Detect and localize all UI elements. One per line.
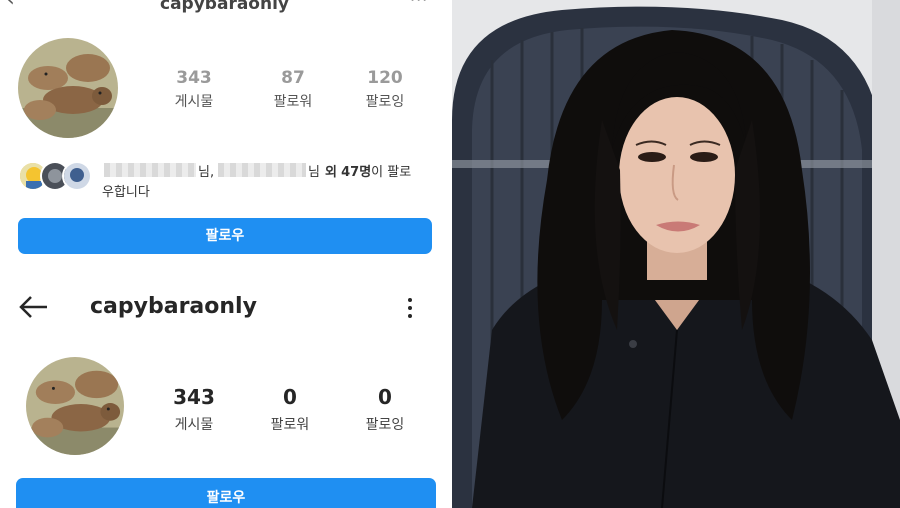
followed-by-tail-2: 우합니다 [102,185,150,200]
followed-by-others: 외 47명이 팔로 [325,161,411,180]
blurred-username [104,163,196,177]
top-username: capybaraonly [160,0,289,14]
followed-by-tail: 이 팔로 [371,165,412,180]
stat-label: 팔로잉 [365,94,405,110]
stat-value: 87 [281,68,305,88]
stat-value: 343 [173,385,215,409]
stat-following[interactable]: 120 팔로잉 [345,68,425,111]
stat-label: 팔로워 [270,417,310,433]
stat-label: 팔로잉 [365,417,405,433]
stat-posts[interactable]: 343 게시물 [154,385,234,434]
blurred-username [218,163,306,177]
stat-following[interactable]: 0 팔로잉 [345,385,425,434]
profile-screenshots-panel: ‹ capybaraonly ··· 343 게시물 87 팔로워 120 팔로… [0,0,452,508]
stat-label: 팔로워 [273,94,313,110]
top-profile-header: ‹ capybaraonly ··· [0,0,452,14]
more-dots-icon[interactable] [402,294,418,322]
stat-followers[interactable]: 87 팔로워 [253,68,333,111]
back-arrow-icon[interactable]: ‹ [6,0,26,11]
stat-value: 0 [378,385,392,409]
avatar-capybara[interactable] [18,38,118,138]
stat-value: 120 [367,68,403,88]
portrait-photo [452,0,900,508]
follow-button[interactable]: 팔로우 [16,478,436,508]
mutual-avatar [62,161,92,191]
more-dots-icon[interactable]: ··· [410,0,428,9]
others-count: 47명 [341,165,372,180]
stat-label: 게시물 [174,417,214,433]
stat-value: 343 [176,68,212,88]
followed-by-row[interactable]: 님, 님 외 47명이 팔로 우합니다 [18,155,438,205]
avatar-capybara[interactable] [26,357,124,455]
stat-posts[interactable]: 343 게시물 [154,68,234,111]
others-prefix: 외 [325,165,337,180]
stat-value: 0 [283,385,297,409]
stat-label: 게시물 [174,94,214,110]
followed-by-suffix: 님 [308,165,320,180]
back-arrow-icon[interactable] [18,293,50,321]
follow-button[interactable]: 팔로우 [18,218,432,254]
followed-by-suffix: 님, [198,165,215,180]
stat-followers[interactable]: 0 팔로워 [250,385,330,434]
bottom-username: capybaraonly [90,294,257,319]
